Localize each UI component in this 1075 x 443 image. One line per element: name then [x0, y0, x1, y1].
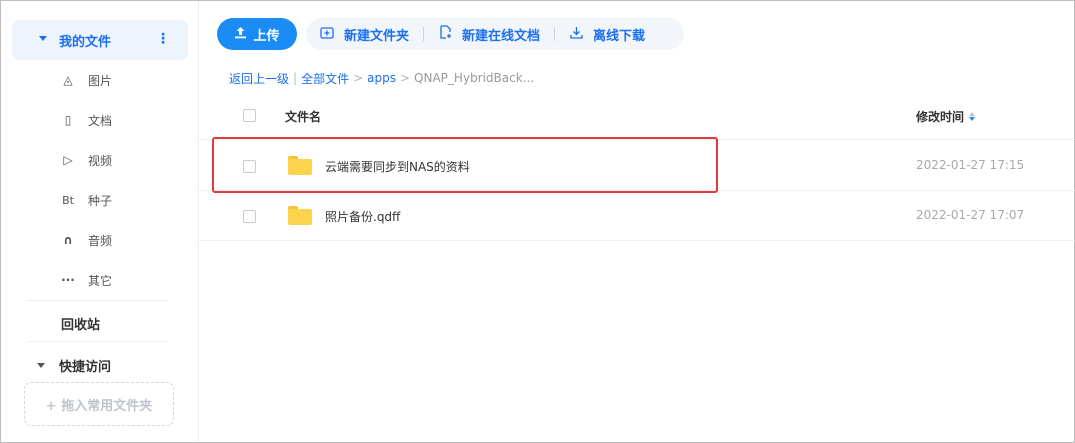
upload-icon: [234, 26, 247, 43]
more-vertical-icon[interactable]: ⋮: [156, 30, 170, 48]
headphones-icon: ∩: [63, 233, 73, 247]
column-header-modified[interactable]: 修改时间: [916, 108, 976, 125]
file-table-header: 文件名 修改时间: [199, 91, 1075, 140]
sidebar-item-my-files[interactable]: 我的文件 ⋮: [12, 20, 188, 60]
new-doc-icon: [438, 25, 452, 43]
sidebar-divider: [27, 341, 168, 342]
sidebar-item-other[interactable]: ··· 其它: [61, 269, 112, 291]
sidebar-item-images[interactable]: ◬ 图片: [61, 69, 112, 91]
breadcrumb-current: QNAP_HybridBack...: [414, 71, 535, 85]
row-checkbox[interactable]: [243, 160, 256, 173]
sidebar-item-label: 视频: [88, 153, 113, 168]
sidebar-item-documents[interactable]: ▯ 文档: [61, 109, 112, 131]
sidebar-item-label: 其它: [88, 273, 113, 288]
sidebar-item-torrents[interactable]: Bt 种子: [61, 189, 112, 211]
breadcrumb-apps-link[interactable]: apps: [367, 71, 396, 85]
favorite-folder-drop-zone[interactable]: + 拖入常用文件夹: [24, 382, 174, 426]
file-modified-time: 2022-01-27 17:07: [916, 208, 1025, 222]
upload-label: 上传: [253, 28, 280, 44]
row-checkbox[interactable]: [243, 210, 256, 223]
download-icon: [569, 26, 583, 43]
sidebar-item-quick-access[interactable]: 快捷访问: [37, 356, 111, 375]
sidebar-item-audio[interactable]: ∩ 音频: [61, 229, 112, 251]
new-online-doc-button[interactable]: 新建在线文档: [438, 18, 540, 50]
sidebar-item-recycle-bin[interactable]: 回收站: [61, 314, 100, 333]
bt-icon: Bt: [62, 193, 74, 207]
new-folder-button[interactable]: 新建文件夹: [320, 18, 409, 50]
sort-icon[interactable]: [969, 112, 976, 121]
table-row[interactable]: 云端需要同步到NAS的资料 2022-01-27 17:15: [199, 141, 1075, 191]
sidebar: 我的文件 ⋮ ◬ 图片 ▯ 文档 ▷ 视频 Bt 种子 ∩ 音频 ··· 其它 …: [1, 1, 199, 442]
table-row[interactable]: 照片备份.qdff 2022-01-27 17:07: [199, 191, 1075, 241]
sidebar-item-label: 音频: [88, 233, 113, 248]
file-name[interactable]: 云端需要同步到NAS的资料: [325, 158, 470, 175]
sidebar-item-videos[interactable]: ▷ 视频: [61, 149, 112, 171]
breadcrumb-divider: |: [293, 71, 298, 85]
sidebar-divider: [27, 300, 168, 301]
offline-download-label: 离线下载: [593, 28, 646, 44]
toolbar-separator: [423, 27, 425, 41]
column-header-name[interactable]: 文件名: [285, 108, 321, 125]
document-icon: ▯: [64, 113, 72, 127]
column-header-label: 修改时间: [916, 110, 965, 124]
select-all-checkbox[interactable]: [243, 109, 256, 122]
sidebar-item-label: 图片: [88, 73, 113, 88]
more-dots-icon: ···: [61, 273, 75, 287]
sidebar-item-label: 文档: [88, 113, 113, 128]
image-icon: ◬: [63, 73, 73, 87]
folder-icon: [288, 156, 312, 175]
caret-down-icon[interactable]: [39, 36, 47, 41]
breadcrumb-back-link[interactable]: 返回上一级: [229, 70, 289, 87]
offline-download-button[interactable]: 离线下载: [569, 18, 645, 50]
file-name[interactable]: 照片备份.qdff: [325, 208, 400, 225]
new-folder-label: 新建文件夹: [344, 28, 410, 44]
breadcrumb-all-files-link[interactable]: 全部文件: [301, 70, 349, 87]
toolbar-separator: [554, 27, 556, 41]
breadcrumb: 返回上一级 | 全部文件 > apps > QNAP_HybridBack...: [229, 69, 534, 87]
app-window: 我的文件 ⋮ ◬ 图片 ▯ 文档 ▷ 视频 Bt 种子 ∩ 音频 ··· 其它 …: [0, 0, 1075, 443]
file-modified-time: 2022-01-27 17:15: [916, 158, 1025, 172]
sidebar-item-label: 快捷访问: [59, 360, 112, 375]
upload-button[interactable]: 上传: [217, 18, 297, 50]
new-online-doc-label: 新建在线文档: [462, 28, 541, 44]
folder-icon: [288, 206, 312, 225]
caret-down-icon[interactable]: [37, 363, 45, 368]
sidebar-item-label: 种子: [88, 193, 113, 208]
breadcrumb-separator: >: [399, 71, 411, 85]
toolbar-actions: 新建文件夹 新建在线文档 离线下载: [306, 18, 684, 50]
breadcrumb-separator: >: [353, 71, 364, 85]
new-folder-icon: [320, 26, 334, 43]
play-icon: ▷: [63, 153, 73, 167]
sidebar-item-label: 我的文件: [59, 34, 112, 50]
